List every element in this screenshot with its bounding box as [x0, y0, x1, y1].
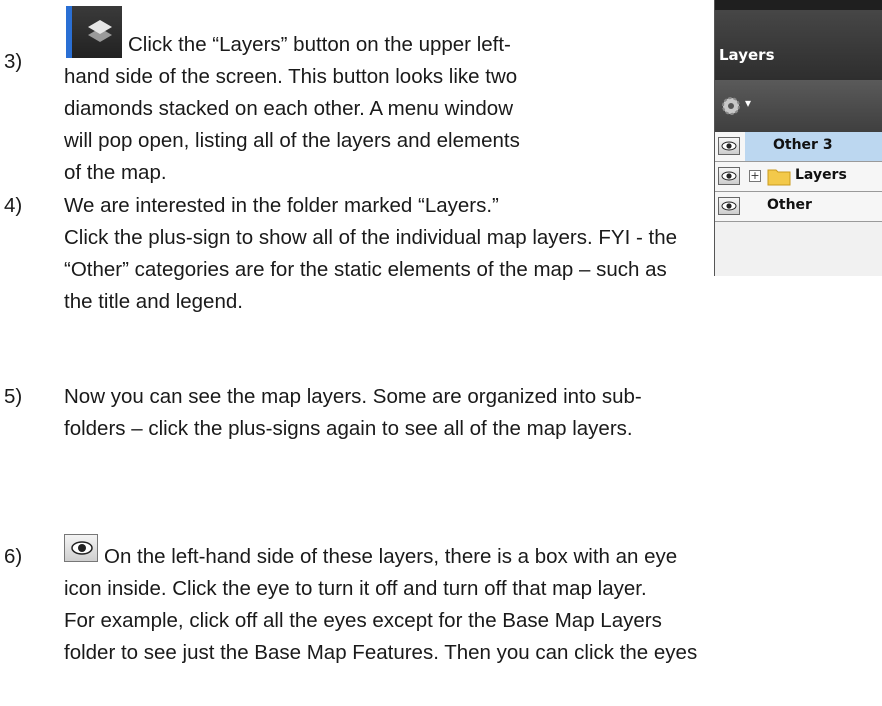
step-3-line: of the map.: [64, 161, 167, 184]
layers-icon: [88, 20, 112, 42]
step-4-line: the title and legend.: [64, 290, 243, 313]
step-4-number: 4): [4, 194, 23, 217]
folder-icon: [767, 169, 791, 186]
step-3-line: Click the “Layers” button on the upper l…: [128, 33, 511, 56]
step-5-line: Now you can see the map layers. Some are…: [64, 385, 642, 408]
eye-icon[interactable]: [718, 197, 740, 215]
step-5-line: folders – click the plus-signs again to …: [64, 417, 633, 440]
layer-row-other-3[interactable]: Other 3: [715, 132, 882, 162]
panel-title: Layers: [719, 46, 775, 64]
step-6-line: icon inside. Click the eye to turn it of…: [64, 577, 647, 600]
panel-toolbar: ▾: [715, 80, 882, 132]
layer-label-cell: Other 3: [745, 132, 882, 161]
step-3-line: diamonds stacked on each other. A menu w…: [64, 97, 514, 120]
step-6-line: folder to see just the Base Map Features…: [64, 641, 698, 664]
panel-titlebar: Layers: [715, 0, 882, 80]
step-6-line: On the left-hand side of these layers, t…: [104, 545, 678, 568]
step-6-number: 6): [4, 545, 23, 568]
layer-label: Layers: [795, 167, 847, 183]
step-6-line: For example, click off all the eyes exce…: [64, 609, 662, 632]
eye-icon[interactable]: [718, 167, 740, 185]
layer-label: Other 3: [773, 137, 833, 153]
eye-icon[interactable]: [718, 137, 740, 155]
chevron-down-icon[interactable]: ▾: [745, 96, 751, 110]
step-4-line: “Other” categories are for the static el…: [64, 258, 667, 281]
step-3-line: hand side of the screen. This button loo…: [64, 65, 518, 88]
step-3-number: 3): [4, 50, 23, 73]
expand-plus-icon[interactable]: +: [749, 170, 761, 182]
layers-panel: Layers ▾ Other 3 + Layers Other: [714, 0, 882, 276]
step-3-line: will pop open, listing all of the layers…: [64, 129, 520, 152]
gear-icon[interactable]: [719, 94, 743, 118]
eye-icon: [64, 534, 98, 562]
layer-row-other[interactable]: Other: [715, 192, 882, 222]
titlebar-stripe: [715, 0, 882, 10]
step-4-line: We are interested in the folder marked “…: [64, 194, 499, 217]
step-4-line: Click the plus-sign to show all of the i…: [64, 226, 677, 249]
layers-button-icon: [66, 6, 122, 58]
layer-row-layers[interactable]: + Layers: [715, 162, 882, 192]
step-5-number: 5): [4, 385, 23, 408]
layer-label: Other: [767, 197, 812, 213]
